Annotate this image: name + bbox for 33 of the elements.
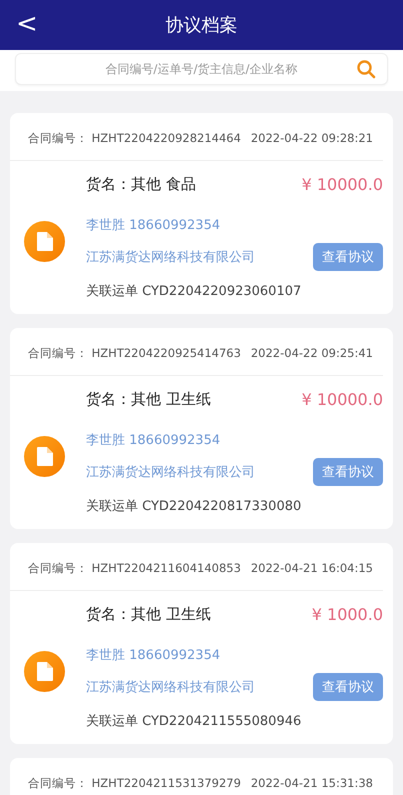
price: ¥ 1000.0 — [312, 604, 383, 626]
price: ¥ 10000.0 — [302, 174, 383, 196]
view-agreement-button[interactable]: 查看协议 — [313, 673, 383, 701]
linked-waybill: 关联运单 CYD2204211555080946 — [86, 713, 302, 730]
shipper-contact: 李世胜 18660992354 — [86, 647, 222, 665]
goods-name: 货名：其他 食品 — [86, 174, 197, 195]
contract-time: 2022-04-22 09:25:41 — [250, 346, 373, 361]
contract-number: 合同编号： HZHT2204211531379279 — [28, 776, 241, 791]
contract-time: 2022-04-21 15:31:38 — [250, 776, 373, 791]
shipper-contact: 李世胜 18660992354 — [86, 432, 222, 450]
contract-number: 合同编号： HZHT2204211604140853 — [28, 561, 241, 576]
document-icon — [24, 220, 65, 262]
linked-waybill: 关联运单 CYD2204220923060107 — [86, 283, 302, 300]
view-agreement-button[interactable]: 查看协议 — [313, 243, 383, 271]
document-icon — [24, 436, 65, 476]
shipper-contact: 李世胜 18660992354 — [86, 217, 222, 235]
contract-number: 合同编号： HZHT2204220925414763 — [28, 346, 241, 361]
search-icon[interactable] — [356, 59, 376, 79]
goods-name: 货名：其他 卫生纸 — [86, 389, 212, 410]
goods-name: 货名：其他 卫生纸 — [86, 604, 212, 625]
page-title: 协议档案 — [166, 14, 238, 37]
contract-time: 2022-04-22 09:28:21 — [250, 131, 373, 146]
contract-number: 合同编号： HZHT2204220928214464 — [28, 131, 241, 146]
document-icon — [24, 650, 65, 692]
company-name: 江苏满货达网络科技有限公司 — [86, 679, 256, 697]
price: ¥ 10000.0 — [302, 389, 383, 411]
company-name: 江苏满货达网络科技有限公司 — [86, 464, 256, 482]
company-name: 江苏满货达网络科技有限公司 — [86, 249, 256, 267]
linked-waybill: 关联运单 CYD2204220817330080 — [86, 498, 302, 515]
contract-time: 2022-04-21 16:04:15 — [250, 561, 373, 576]
search-field[interactable]: 合同编号/运单号/货主信息/企业名称 — [15, 53, 388, 85]
view-agreement-button[interactable]: 查看协议 — [313, 458, 383, 486]
back-button[interactable]: < — [10, 8, 44, 40]
